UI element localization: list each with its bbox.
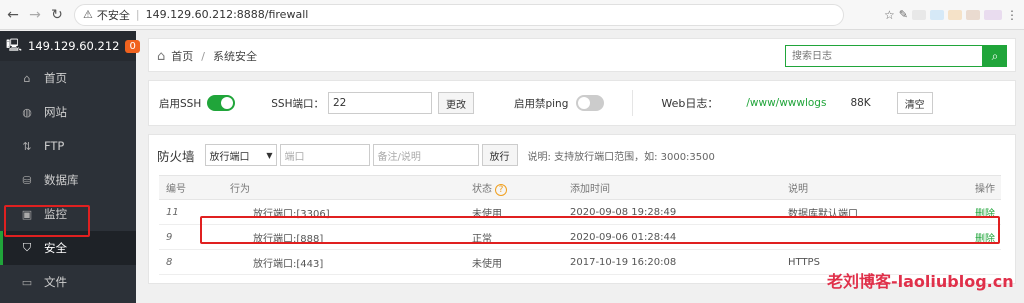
- server-host: 149.129.60.212: [28, 39, 120, 53]
- weblog-path[interactable]: /www/wwwlogs: [746, 97, 826, 109]
- home-icon[interactable]: ⌂: [157, 49, 165, 64]
- sidebar-item-ftp[interactable]: ⇅ FTP: [0, 129, 136, 163]
- ping-toggle[interactable]: [576, 95, 605, 111]
- breadcrumb-separator: /: [201, 49, 205, 63]
- sidebar-item-home[interactable]: ⌂ 首页: [0, 61, 136, 95]
- sidebar-item-files[interactable]: ▭ 文件: [0, 265, 136, 299]
- menu-icon[interactable]: ⋮: [1006, 8, 1018, 22]
- breadcrumb-card: ⌂ 首页 / 系统安全 ⌕: [148, 38, 1016, 72]
- ftp-icon: ⇅: [22, 139, 32, 153]
- shield-icon: ⛉: [22, 241, 32, 254]
- extension-icon[interactable]: [948, 9, 962, 20]
- ssh-port-input[interactable]: 22: [327, 92, 432, 114]
- table-header: 编号 行为 状态? 添加时间 说明 操作: [159, 175, 1001, 200]
- column-header: 行为: [223, 175, 465, 200]
- sidebar-header: 🖳 149.129.60.212 0: [0, 31, 140, 61]
- ssh-toggle[interactable]: [207, 95, 236, 111]
- column-header: 操作: [941, 175, 1001, 200]
- change-button[interactable]: 更改: [437, 92, 474, 114]
- hint-text: 说明: 支持放行端口范围，如: 3000:3500: [527, 151, 715, 163]
- star-icon[interactable]: ☆: [884, 8, 895, 22]
- url-separator: |: [135, 8, 140, 21]
- sidebar-item-database[interactable]: ⛁ 数据库: [0, 163, 136, 197]
- highlight-box: [200, 216, 1000, 244]
- sidebar: 🖳 149.129.60.212 0 ⌂ 首页 ◍ 网站 ⇅ FTP ⛁ 数据库 ▣ 监控…: [0, 31, 140, 303]
- globe-icon: ◍: [22, 105, 32, 119]
- search-icon[interactable]: ⌕: [983, 45, 1007, 67]
- extension-icon[interactable]: [912, 9, 926, 20]
- cell-id: 8: [159, 249, 223, 275]
- divider: [632, 90, 634, 116]
- select-value: 放行端口: [209, 151, 250, 163]
- status-header-label: 状态: [472, 183, 492, 195]
- warning-icon: ⚠: [83, 8, 93, 21]
- firewall-toolbar: 防火墙 放行端口 ▼ 端口 备注/说明 放行 说明: 支持放行端口范围，如: 30…: [149, 135, 1015, 175]
- address-bar[interactable]: ⚠ 不安全 | 149.129.60.212:8888/firewall: [74, 3, 844, 26]
- url-text: 149.129.60.212:8888/firewall: [145, 8, 309, 21]
- back-icon[interactable]: ←: [4, 6, 22, 24]
- help-icon[interactable]: ?: [495, 183, 507, 196]
- search-input[interactable]: [785, 45, 983, 67]
- clear-button[interactable]: 清空: [896, 92, 933, 114]
- port-input[interactable]: 端口: [279, 144, 370, 166]
- weblog-label: Web日志：: [661, 97, 719, 110]
- highlight-box: [4, 205, 90, 237]
- notification-badge[interactable]: 0: [125, 39, 140, 53]
- toggle-knob: [221, 97, 234, 109]
- note-input[interactable]: 备注/说明: [372, 144, 479, 166]
- sidebar-item-label: 首页: [44, 71, 67, 85]
- security-label: 不安全: [96, 8, 130, 22]
- sidebar-item-label: 数据库: [44, 173, 79, 187]
- avatar[interactable]: [984, 9, 1002, 20]
- database-icon: ⛁: [22, 173, 32, 187]
- column-header: 添加时间: [563, 175, 781, 200]
- column-header-status: 状态?: [465, 175, 563, 200]
- watermark: 老刘博客-laoliublog.cn: [827, 272, 1014, 291]
- log-search: ⌕: [785, 45, 1007, 67]
- cell-time: 2017-10-19 16:20:08: [563, 249, 781, 275]
- server-icon: 🖳: [6, 37, 23, 52]
- weblog-size: 88K: [850, 97, 871, 109]
- main-content: ⌂ 首页 / 系统安全 ⌕ 启用SSH SSH端口： 22 更改 启用禁ping…: [148, 38, 1016, 284]
- sidebar-item-website[interactable]: ◍ 网站: [0, 95, 136, 129]
- sidebar-item-label: 文件: [44, 275, 67, 289]
- sidebar-item-label: 网站: [44, 105, 67, 119]
- allow-button[interactable]: 放行: [481, 144, 518, 166]
- toggle-knob: [578, 97, 591, 109]
- folder-icon: ▭: [21, 275, 33, 289]
- ssh-port-label: SSH端口：: [271, 97, 324, 110]
- column-header: 编号: [159, 175, 223, 200]
- extension-icon[interactable]: ✎: [899, 8, 908, 21]
- action-select[interactable]: 放行端口 ▼: [204, 144, 277, 166]
- firewall-title: 防火墙: [157, 148, 195, 164]
- cell-action: 放行端口:[443]: [223, 249, 465, 275]
- breadcrumb-current: 系统安全: [212, 50, 257, 63]
- forward-icon[interactable]: →: [26, 6, 44, 24]
- ssh-label: 启用SSH: [159, 97, 202, 110]
- ping-label: 启用禁ping: [513, 97, 569, 110]
- breadcrumb-home[interactable]: 首页: [171, 48, 193, 64]
- extension-icon[interactable]: [930, 9, 944, 20]
- extensions-area: ☆ ✎ ⋮: [884, 8, 1018, 22]
- sidebar-item-label: 安全: [44, 241, 67, 255]
- chevron-down-icon: ▼: [266, 150, 273, 160]
- firewall-card: 防火墙 放行端口 ▼ 端口 备注/说明 放行 说明: 支持放行端口范围，如: 30…: [148, 134, 1016, 284]
- browser-toolbar: ← → ↻ ⚠ 不安全 | 149.129.60.212:8888/firewa…: [0, 0, 1024, 30]
- settings-card: 启用SSH SSH端口： 22 更改 启用禁ping Web日志： /www/w…: [148, 80, 1016, 126]
- extension-icon[interactable]: [966, 9, 980, 20]
- column-header: 说明: [781, 175, 941, 200]
- cell-status: 未使用: [465, 249, 563, 275]
- reload-icon[interactable]: ↻: [48, 6, 66, 24]
- home-icon: ⌂: [23, 71, 31, 85]
- sidebar-item-label: FTP: [44, 139, 65, 153]
